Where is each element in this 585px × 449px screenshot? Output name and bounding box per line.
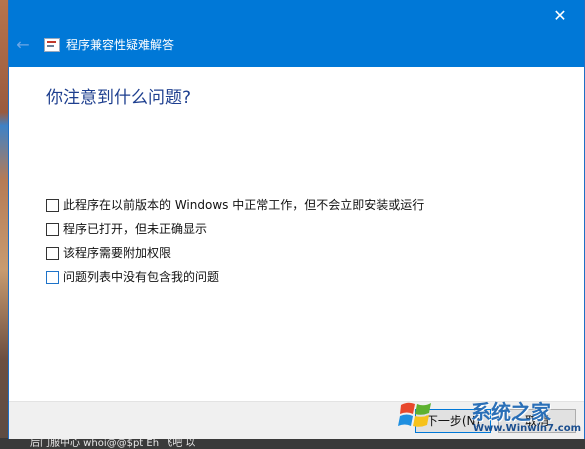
troubleshooter-app-icon <box>44 38 60 52</box>
option-previous-windows[interactable]: 此程序在以前版本的 Windows 中正常工作，但不会立即安装或运行 <box>46 196 424 214</box>
option-display-issue[interactable]: 程序已打开，但未正确显示 <box>46 220 207 238</box>
option-label: 问题列表中没有包含我的问题 <box>63 270 220 284</box>
taskbar-text: 后门服中心 whoi@@$pt Eh 飞吧 以 <box>30 438 196 449</box>
window-title: 程序兼容性疑难解答 <box>66 38 175 52</box>
close-button[interactable]: ✕ <box>550 6 570 26</box>
checkbox[interactable] <box>46 246 59 260</box>
checkbox[interactable] <box>46 198 59 212</box>
checkbox[interactable] <box>46 270 59 284</box>
title-bar: ✕ ← 程序兼容性疑难解答 <box>9 0 584 67</box>
next-button[interactable]: 下一步(N) <box>415 409 491 433</box>
option-label: 程序已打开，但未正确显示 <box>63 222 208 236</box>
option-not-listed[interactable]: 问题列表中没有包含我的问题 <box>46 268 219 286</box>
option-additional-permissions[interactable]: 该程序需要附加权限 <box>46 244 171 262</box>
cancel-button[interactable]: 取消 <box>498 409 576 433</box>
troubleshooter-window: ✕ ← 程序兼容性疑难解答 你注意到什么问题? 此程序在以前版本的 Window… <box>9 0 584 439</box>
button-bar: 下一步(N) 取消 <box>9 401 584 439</box>
back-arrow-icon[interactable]: ← <box>13 36 33 54</box>
option-label: 该程序需要附加权限 <box>63 246 172 260</box>
option-label: 此程序在以前版本的 Windows 中正常工作，但不会立即安装或运行 <box>63 198 425 212</box>
page-heading: 你注意到什么问题? <box>46 88 192 108</box>
checkbox[interactable] <box>46 222 59 236</box>
